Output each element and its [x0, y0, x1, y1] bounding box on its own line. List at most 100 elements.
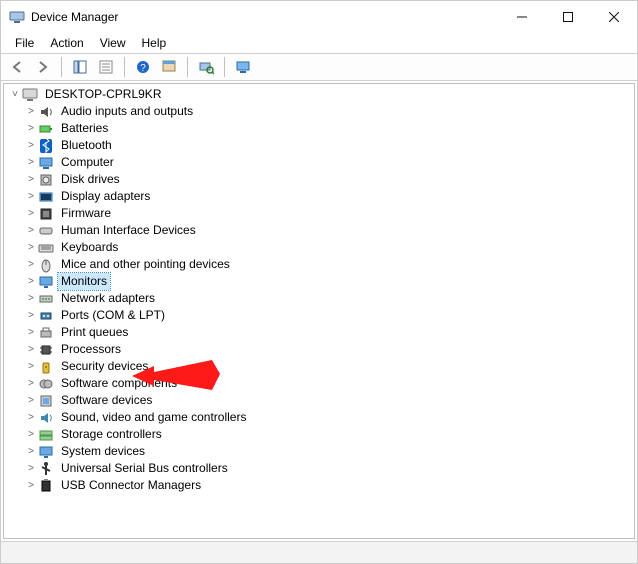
- device-tree-pane: ˅ DESKTOP-CPRL9KR > Audio inputs and out…: [3, 83, 635, 539]
- tree-item-print-queues[interactable]: > Print queues: [4, 324, 634, 341]
- maximize-button[interactable]: [545, 1, 591, 33]
- tree-item-software-components[interactable]: > Software components: [4, 375, 634, 392]
- tree-item-label: Display adapters: [58, 188, 153, 205]
- toolbar-separator: [124, 57, 125, 77]
- tree-item-software-devices[interactable]: > Software devices: [4, 392, 634, 409]
- scan-hardware-button[interactable]: [194, 55, 218, 79]
- tree-item-batteries[interactable]: > Batteries: [4, 120, 634, 137]
- tree-item-disk-drives[interactable]: > Disk drives: [4, 171, 634, 188]
- menu-help[interactable]: Help: [134, 34, 175, 52]
- tree-item-mice-and-other-pointing-devices[interactable]: > Mice and other pointing devices: [4, 256, 634, 273]
- menu-file[interactable]: File: [7, 34, 42, 52]
- tree-item-label: USB Connector Managers: [58, 477, 204, 494]
- expand-chevron-icon[interactable]: >: [24, 477, 38, 494]
- hid-icon: [38, 223, 54, 239]
- software-device-icon: [38, 393, 54, 409]
- view-devices-button[interactable]: [231, 55, 255, 79]
- expand-chevron-icon[interactable]: >: [24, 188, 38, 205]
- security-icon: [38, 359, 54, 375]
- tree-item-usb-connector-managers[interactable]: > USB Connector Managers: [4, 477, 634, 494]
- minimize-button[interactable]: [499, 1, 545, 33]
- tree-item-label: Computer: [58, 154, 117, 171]
- tree-item-label: Print queues: [58, 324, 131, 341]
- usb-connector-icon: [38, 478, 54, 494]
- toolbar: ?: [1, 53, 637, 81]
- menu-action[interactable]: Action: [42, 34, 91, 52]
- bluetooth-icon: [38, 138, 54, 154]
- expand-chevron-icon[interactable]: >: [24, 443, 38, 460]
- expand-chevron-icon[interactable]: >: [24, 392, 38, 409]
- tree-item-sound-video-and-game-controllers[interactable]: > Sound, video and game controllers: [4, 409, 634, 426]
- tree-item-label: Keyboards: [58, 239, 121, 256]
- battery-icon: [38, 121, 54, 137]
- expand-chevron-icon[interactable]: >: [24, 137, 38, 154]
- expand-chevron-icon[interactable]: >: [24, 222, 38, 239]
- sound-icon: [38, 410, 54, 426]
- svg-text:?: ?: [140, 63, 146, 74]
- tree-item-label: Human Interface Devices: [58, 222, 199, 239]
- expand-chevron-icon[interactable]: >: [24, 409, 38, 426]
- expand-chevron-icon[interactable]: >: [24, 324, 38, 341]
- expand-chevron-icon[interactable]: >: [24, 120, 38, 137]
- tree-item-display-adapters[interactable]: > Display adapters: [4, 188, 634, 205]
- properties-button[interactable]: [94, 55, 118, 79]
- tree-item-label: Monitors: [58, 273, 110, 290]
- expand-chevron-icon[interactable]: >: [24, 205, 38, 222]
- expand-chevron-icon[interactable]: >: [24, 375, 38, 392]
- tree-item-label: Audio inputs and outputs: [58, 103, 196, 120]
- status-bar: [1, 541, 637, 563]
- expand-chevron-icon[interactable]: >: [24, 290, 38, 307]
- tree-item-human-interface-devices[interactable]: > Human Interface Devices: [4, 222, 634, 239]
- tree-item-label: Storage controllers: [58, 426, 165, 443]
- expand-chevron-icon[interactable]: >: [24, 154, 38, 171]
- expand-chevron-icon[interactable]: >: [24, 171, 38, 188]
- expand-chevron-icon[interactable]: >: [24, 273, 38, 290]
- menu-view[interactable]: View: [92, 34, 134, 52]
- display-adapter-icon: [38, 189, 54, 205]
- close-button[interactable]: [591, 1, 637, 33]
- forward-button[interactable]: [31, 55, 55, 79]
- tree-item-computer[interactable]: > Computer: [4, 154, 634, 171]
- tree-item-monitors[interactable]: > Monitors: [4, 273, 634, 290]
- expand-chevron-icon[interactable]: >: [24, 341, 38, 358]
- expand-chevron-icon[interactable]: ˅: [8, 86, 22, 103]
- monitor-icon: [38, 274, 54, 290]
- expand-chevron-icon[interactable]: >: [24, 426, 38, 443]
- tree-item-label: DESKTOP-CPRL9KR: [42, 86, 164, 103]
- tree-item-label: Security devices: [58, 358, 151, 375]
- tree-item-network-adapters[interactable]: > Network adapters: [4, 290, 634, 307]
- device-tree[interactable]: ˅ DESKTOP-CPRL9KR > Audio inputs and out…: [4, 84, 634, 496]
- tree-item-system-devices[interactable]: > System devices: [4, 443, 634, 460]
- tree-item-label: Software devices: [58, 392, 155, 409]
- tree-item-processors[interactable]: > Processors: [4, 341, 634, 358]
- printer-icon: [38, 325, 54, 341]
- help-button[interactable]: ?: [131, 55, 155, 79]
- expand-chevron-icon[interactable]: >: [24, 307, 38, 324]
- tree-item-label: Software components: [58, 375, 180, 392]
- tree-item-security-devices[interactable]: > Security devices: [4, 358, 634, 375]
- expand-chevron-icon[interactable]: >: [24, 239, 38, 256]
- storage-icon: [38, 427, 54, 443]
- tree-item-ports-com-lpt-[interactable]: > Ports (COM & LPT): [4, 307, 634, 324]
- tree-item-label: Universal Serial Bus controllers: [58, 460, 231, 477]
- menubar: File Action View Help: [1, 33, 637, 53]
- tree-item-label: Disk drives: [58, 171, 123, 188]
- tree-item-label: Mice and other pointing devices: [58, 256, 233, 273]
- expand-chevron-icon[interactable]: >: [24, 256, 38, 273]
- expand-chevron-icon[interactable]: >: [24, 358, 38, 375]
- network-icon: [38, 291, 54, 307]
- tree-item-universal-serial-bus-controllers[interactable]: > Universal Serial Bus controllers: [4, 460, 634, 477]
- tree-item-keyboards[interactable]: > Keyboards: [4, 239, 634, 256]
- action-button[interactable]: [157, 55, 181, 79]
- computer-icon: [22, 87, 38, 103]
- console-tree-button[interactable]: [68, 55, 92, 79]
- expand-chevron-icon[interactable]: >: [24, 103, 38, 120]
- tree-item-firmware[interactable]: > Firmware: [4, 205, 634, 222]
- back-button[interactable]: [5, 55, 29, 79]
- tree-item-audio-inputs-and-outputs[interactable]: > Audio inputs and outputs: [4, 103, 634, 120]
- tree-item-bluetooth[interactable]: > Bluetooth: [4, 137, 634, 154]
- tree-item-storage-controllers[interactable]: > Storage controllers: [4, 426, 634, 443]
- cpu-icon: [38, 342, 54, 358]
- tree-root[interactable]: ˅ DESKTOP-CPRL9KR: [4, 86, 634, 103]
- expand-chevron-icon[interactable]: >: [24, 460, 38, 477]
